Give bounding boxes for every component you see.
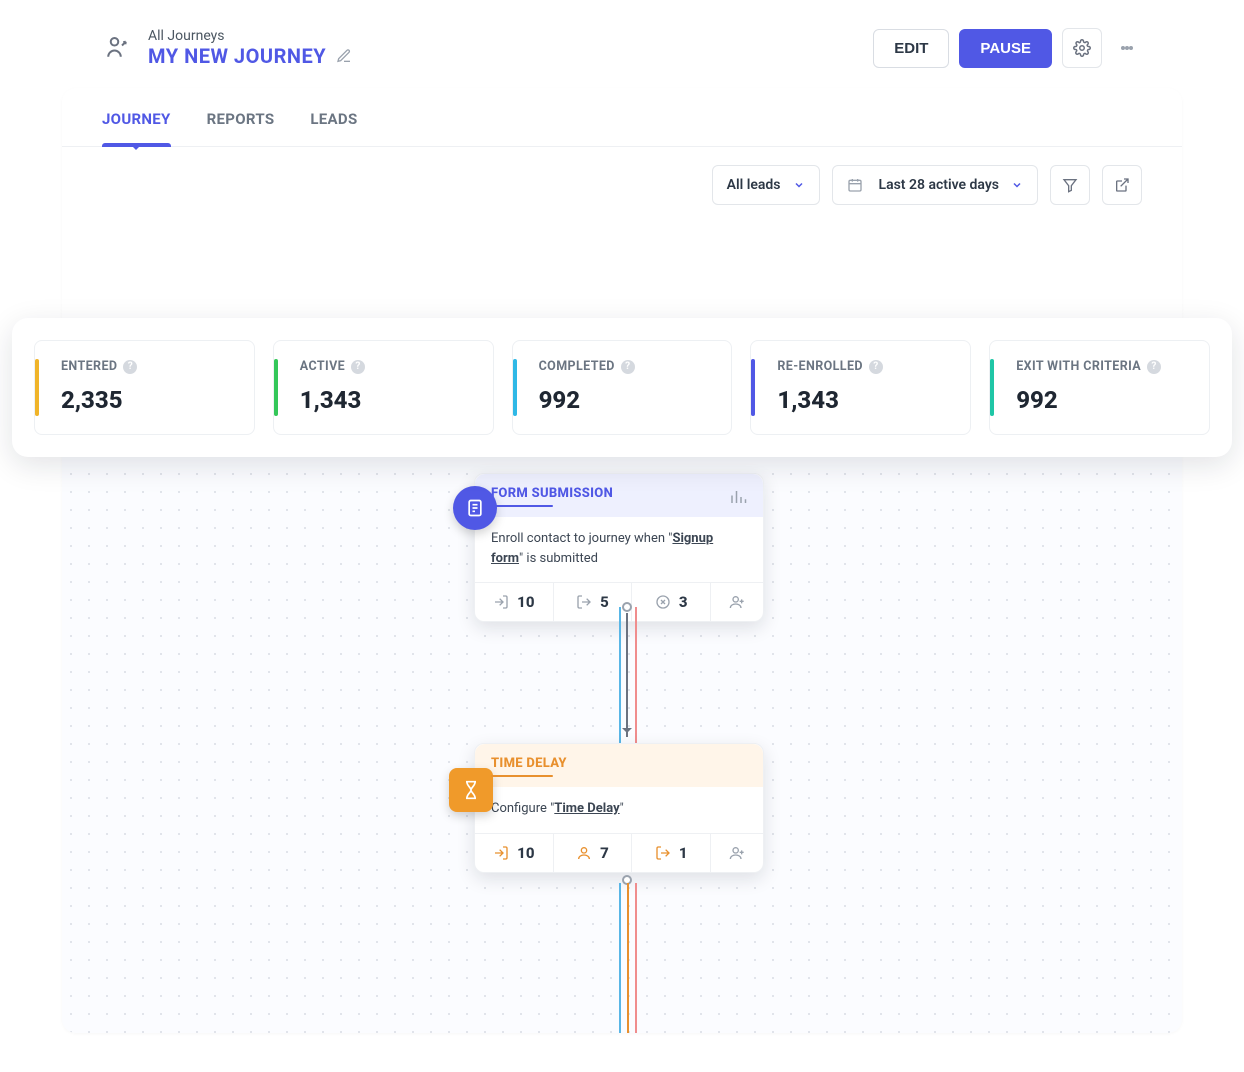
node-contacts-button[interactable]	[711, 583, 763, 621]
connector	[619, 607, 637, 743]
more-menu-button[interactable]	[1112, 28, 1142, 68]
enter-icon	[493, 845, 509, 861]
daterange-label: Last 28 active days	[879, 177, 1000, 193]
node-time-delay[interactable]: TIME DELAY Configure "Time Delay" 10 7	[474, 743, 764, 873]
node-stat-exited[interactable]: 1	[632, 834, 711, 872]
stat-value: 992	[531, 386, 714, 414]
node-stat-errors[interactable]: 3	[632, 583, 711, 621]
pause-button[interactable]: PAUSE	[959, 29, 1052, 68]
stat-label: RE-ENROLLED	[777, 359, 863, 374]
page-title: MY NEW JOURNEY	[148, 44, 326, 68]
calendar-icon	[847, 177, 863, 193]
stat-label: EXIT WITH CRITERIA	[1016, 359, 1141, 374]
stat-value: 1,343	[292, 386, 475, 414]
node-description: Configure "Time Delay"	[475, 787, 763, 833]
help-icon[interactable]: ?	[621, 360, 635, 374]
node-title: TIME DELAY	[491, 756, 567, 777]
stat-card-completed[interactable]: COMPLETED? 992	[512, 340, 733, 435]
node-stat-entered[interactable]: 10	[475, 834, 554, 872]
node-stat-waiting[interactable]: 7	[554, 834, 633, 872]
breadcrumb[interactable]: All Journeys	[148, 28, 352, 44]
header-left: All Journeys MY NEW JOURNEY	[102, 28, 352, 68]
filter-button[interactable]	[1050, 165, 1090, 205]
connector	[619, 883, 637, 1033]
waiting-icon	[576, 845, 592, 861]
stat-value: 1,343	[769, 386, 952, 414]
stat-value: 992	[1008, 386, 1191, 414]
stat-label: COMPLETED	[539, 359, 615, 374]
edit-title-icon[interactable]	[336, 48, 352, 64]
help-icon[interactable]: ?	[351, 360, 365, 374]
header: All Journeys MY NEW JOURNEY EDIT PAUSE	[62, 10, 1182, 78]
stat-value: 2,335	[53, 386, 236, 414]
user-icon	[729, 594, 745, 610]
journey-canvas[interactable]: FORM SUBMISSION Enroll contact to journe…	[62, 393, 1182, 1033]
node-footer: 10 7 1	[475, 833, 763, 872]
chevron-down-icon	[1011, 179, 1023, 191]
hourglass-icon	[461, 780, 481, 800]
stat-card-active[interactable]: ACTIVE? 1,343	[273, 340, 494, 435]
tab-leads[interactable]: LEADS	[310, 110, 357, 146]
stat-card-reenrolled[interactable]: RE-ENROLLED? 1,343	[750, 340, 971, 435]
open-external-button[interactable]	[1102, 165, 1142, 205]
daterange-dropdown[interactable]: Last 28 active days	[832, 165, 1039, 205]
exit-icon	[655, 845, 671, 861]
node-stat-entered[interactable]: 10	[475, 583, 554, 621]
settings-button[interactable]	[1062, 28, 1102, 68]
node-link[interactable]: Time Delay	[554, 801, 619, 816]
node-description: Enroll contact to journey when "Signup f…	[475, 517, 763, 582]
node-form-submission[interactable]: FORM SUBMISSION Enroll contact to journe…	[474, 473, 764, 622]
stat-card-entered[interactable]: ENTERED? 2,335	[34, 340, 255, 435]
stat-label: ENTERED	[61, 359, 117, 374]
content-card: JOURNEY REPORTS LEADS All leads Last 28 …	[62, 88, 1182, 1033]
journey-logo-icon	[102, 33, 132, 63]
gear-icon	[1073, 39, 1091, 57]
leads-filter-label: All leads	[727, 177, 781, 193]
enter-icon	[493, 594, 509, 610]
leads-filter-dropdown[interactable]: All leads	[712, 165, 820, 205]
external-link-icon	[1114, 177, 1130, 193]
node-badge-delay	[449, 768, 493, 812]
header-actions: EDIT PAUSE	[873, 28, 1142, 68]
help-icon[interactable]: ?	[1147, 360, 1161, 374]
funnel-icon	[1062, 177, 1078, 193]
node-title: FORM SUBMISSION	[491, 486, 613, 507]
tab-reports[interactable]: REPORTS	[207, 110, 275, 146]
help-icon[interactable]: ?	[869, 360, 883, 374]
edit-button[interactable]: EDIT	[873, 29, 949, 68]
node-contacts-button[interactable]	[711, 834, 763, 872]
error-icon	[655, 594, 671, 610]
user-icon	[729, 845, 745, 861]
help-icon[interactable]: ?	[123, 360, 137, 374]
tabs: JOURNEY REPORTS LEADS	[62, 88, 1182, 147]
stats-panel: ENTERED? 2,335 ACTIVE? 1,343 COMPLETED? …	[12, 318, 1232, 457]
form-icon	[465, 498, 485, 518]
stat-label: ACTIVE	[300, 359, 345, 374]
toolbar: All leads Last 28 active days	[62, 147, 1182, 223]
node-stats-icon[interactable]	[729, 488, 747, 506]
stat-card-exit-criteria[interactable]: EXIT WITH CRITERIA? 992	[989, 340, 1210, 435]
chevron-down-icon	[793, 179, 805, 191]
tab-journey[interactable]: JOURNEY	[102, 110, 171, 146]
exit-icon	[576, 594, 592, 610]
